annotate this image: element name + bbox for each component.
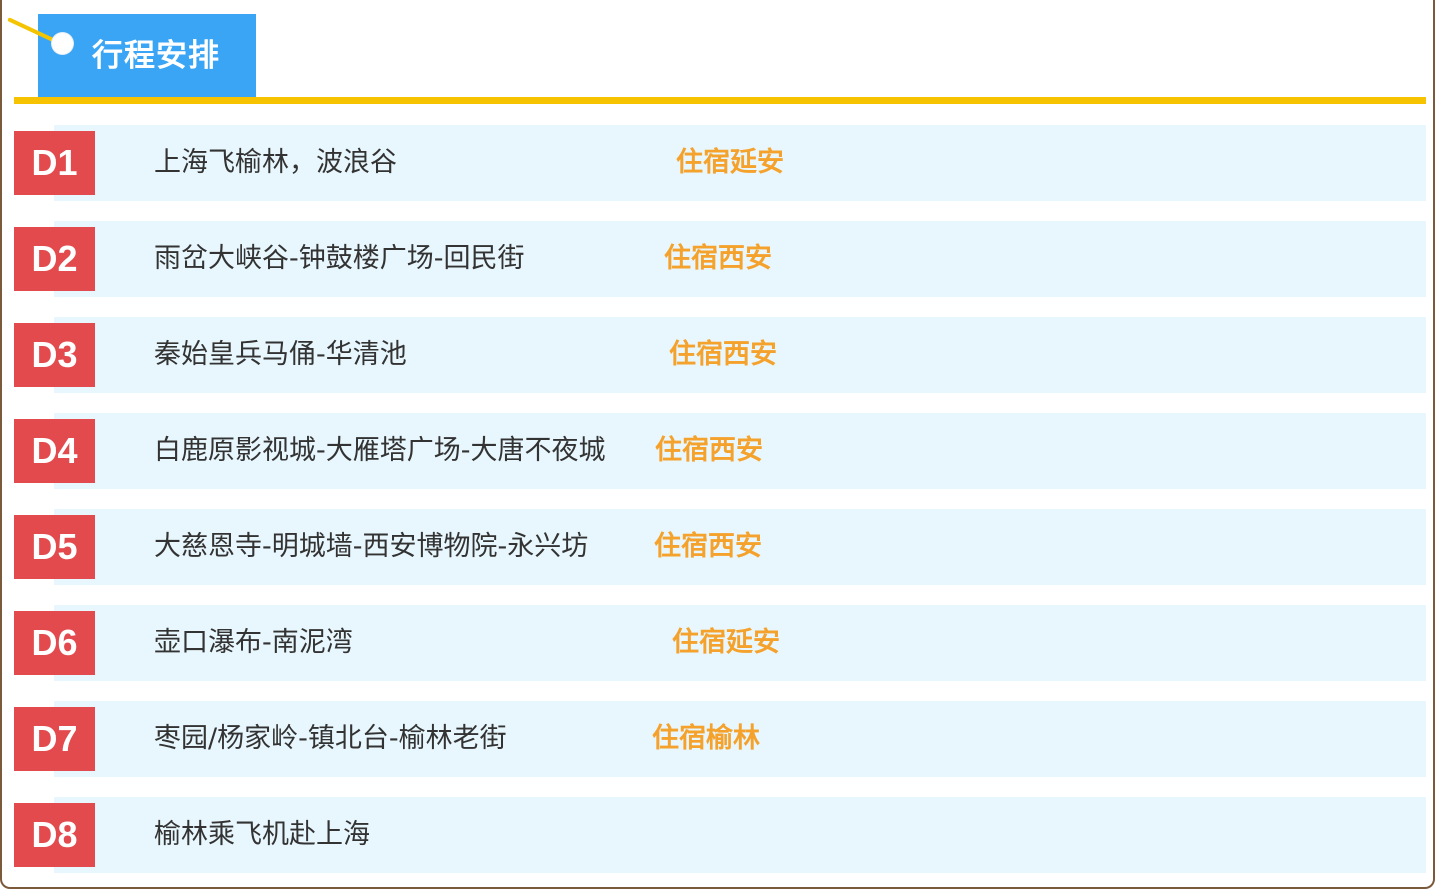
day-stay: 住宿延安 [676,147,784,178]
day-badge: D3 [14,323,95,387]
day-badge: D5 [14,515,95,579]
day-row-6: D6 壶口瀑布-南泥湾 住宿延安 [14,605,1426,681]
day-stay: 住宿西安 [669,339,777,370]
day-route: 上海飞榆林，波浪谷 [154,147,397,178]
day-stay: 住宿西安 [655,435,763,466]
day-stay: 住宿西安 [664,243,772,274]
day-badge: D1 [14,131,95,195]
itinerary-card: 行程安排 D1 上海飞榆林，波浪谷 住宿延安 D2 雨岔大峡谷-钟鼓楼广场-回民… [0,0,1435,889]
day-stay: 住宿榆林 [652,723,760,754]
day-badge: D2 [14,227,95,291]
day-route: 白鹿原影视城-大雁塔广场-大唐不夜城 [154,435,606,466]
day-badge: D4 [14,419,95,483]
day-route: 壶口瀑布-南泥湾 [154,627,353,658]
section-title: 行程安排 [92,38,220,74]
day-row-7: D7 枣园/杨家岭-镇北台-榆林老街 住宿榆林 [14,701,1426,777]
day-route: 榆林乘飞机赴上海 [154,819,370,850]
day-badge: D6 [14,611,95,675]
day-stay: 住宿西安 [654,531,762,562]
day-row-2: D2 雨岔大峡谷-钟鼓楼广场-回民街 住宿西安 [14,221,1426,297]
day-row-8: D8 榆林乘飞机赴上海 [14,797,1426,873]
day-route: 枣园/杨家岭-镇北台-榆林老街 [154,723,507,754]
day-row-3: D3 秦始皇兵马俑-华清池 住宿西安 [14,317,1426,393]
day-row-4: D4 白鹿原影视城-大雁塔广场-大唐不夜城 住宿西安 [14,413,1426,489]
pin-icon [52,33,73,54]
day-route: 大慈恩寺-明城墙-西安博物院-永兴坊 [154,531,589,562]
day-row-1: D1 上海飞榆林，波浪谷 住宿延安 [14,125,1426,201]
day-route: 雨岔大峡谷-钟鼓楼广场-回民街 [154,243,525,274]
day-route: 秦始皇兵马俑-华清池 [154,339,407,370]
day-stay: 住宿延安 [672,627,780,658]
day-badge: D7 [14,707,95,771]
header-divider [14,97,1426,104]
day-row-5: D5 大慈恩寺-明城墙-西安博物院-永兴坊 住宿西安 [14,509,1426,585]
day-badge: D8 [14,803,95,867]
